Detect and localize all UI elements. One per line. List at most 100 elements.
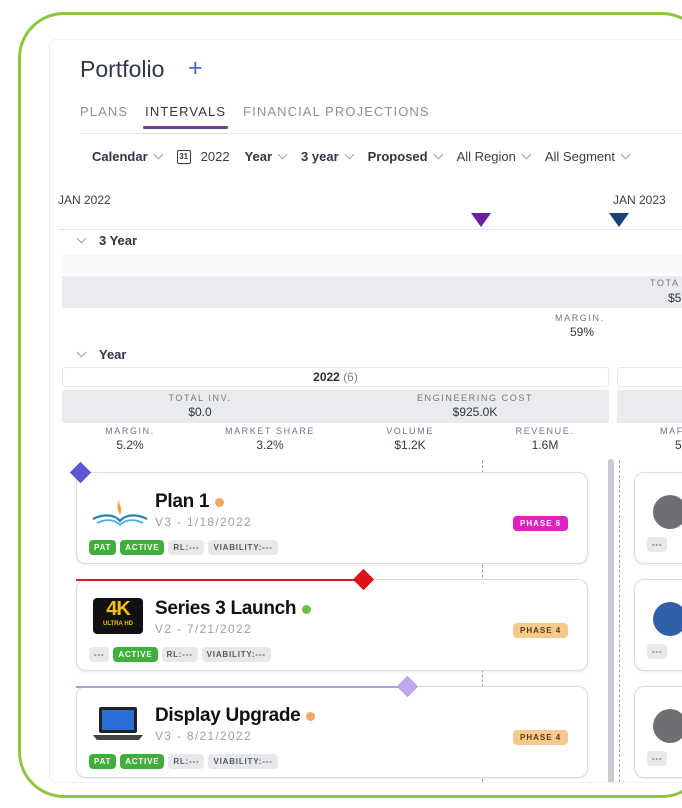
plan-name: Series 3 Launch [155, 598, 297, 619]
period-dropdown[interactable]: Year [244, 149, 288, 164]
phase-badge: PHASE 6 [513, 516, 569, 531]
plan-version: V2 - 7/21/2022 [155, 622, 252, 636]
tab-intervals[interactable]: INTERVALS [143, 104, 229, 129]
active-chip: ACTIVE [120, 754, 165, 769]
next-col-margin-label: MAF [660, 426, 682, 436]
calendar-icon: 31 [176, 149, 191, 164]
tools-icon [653, 602, 682, 636]
navy-marker[interactable] [609, 213, 629, 227]
portfolio-screen: Portfolio + PLANS INTERVALS FINANCIAL PR… [50, 40, 682, 782]
pat-chip: PAT [89, 540, 117, 555]
calendar-dropdown-label: Calendar [92, 149, 148, 164]
pat-chip: --- [89, 647, 110, 662]
span-dropdown-label: 3 year [301, 149, 339, 164]
status-dot [302, 605, 312, 615]
tab-financial-projections[interactable]: FINANCIAL PROJECTIONS [243, 104, 430, 119]
phase-badge: PHASE 4 [513, 730, 569, 745]
three-year-total-value: $5 [668, 291, 682, 305]
engineering-cost-label: ENGINEERING COST [416, 393, 534, 403]
chip-row: --- ACTIVE RL:--- VIABILITY:--- [89, 644, 275, 662]
rl-chip: RL:--- [168, 540, 205, 555]
chevron-down-icon [277, 149, 288, 160]
plan-card[interactable]: 4K ULTRA HD Series 3 Launch V2 - 7/21/20… [76, 579, 588, 671]
revenue-value: 1.6M [531, 438, 559, 452]
year-picker-value: 2022 [200, 149, 230, 164]
total-inv-label: TOTAL INV. [168, 393, 232, 403]
active-chip: ACTIVE [113, 647, 158, 662]
chip-row: PAT ACTIVE RL:--- VIABILITY:--- [89, 537, 282, 555]
timeline-start-label: JAN 2022 [58, 193, 111, 207]
chevron-down-icon [344, 149, 355, 160]
volume-value: $1.2K [394, 438, 426, 452]
phase-badge: PHASE 4 [513, 623, 569, 638]
volume-label: VOLUME [386, 426, 434, 436]
status-dot [215, 498, 225, 508]
chevron-down-icon [433, 149, 444, 160]
pat-chip: PAT [89, 754, 117, 769]
chip-processor-icon [653, 495, 682, 529]
status-dropdown[interactable]: Proposed [367, 149, 444, 164]
timeline-divider [58, 229, 682, 230]
region-dropdown-label: All Region [456, 149, 516, 164]
page-title: Portfolio [80, 56, 165, 82]
year-picker[interactable]: 31 2022 [176, 149, 230, 164]
plan-card-partial[interactable]: --- [634, 686, 682, 778]
revenue-label: REVENUE. [515, 426, 575, 436]
chip-processor-icon [653, 709, 682, 743]
three-year-total-label: TOTA [650, 278, 680, 288]
calendar-dropdown[interactable]: Calendar [92, 149, 164, 164]
active-chip: ACTIVE [120, 540, 165, 555]
chevron-down-icon [521, 149, 532, 160]
status-dropdown-label: Proposed [367, 149, 428, 164]
year-section-toggle[interactable]: Year [76, 347, 127, 362]
chevron-down-icon [76, 347, 87, 358]
plan-version: V3 - 1/18/2022 [155, 515, 252, 529]
plan-card-partial[interactable]: --- [634, 579, 682, 671]
progress-line [76, 579, 364, 581]
filter-bar: Calendar 31 2022 Year 3 year Proposed Al… [92, 149, 644, 164]
three-year-margin-value: 59% [570, 325, 595, 339]
year-2022-title: 2022 [313, 370, 340, 384]
rl-chip: RL:--- [168, 754, 205, 769]
margin-label: MARGIN. [105, 426, 155, 436]
next-col-margin-value: 5 [675, 438, 682, 452]
year-2023-totals-band [617, 390, 682, 423]
year-section-label: Year [99, 347, 127, 362]
viability-chip: VIABILITY:--- [208, 540, 278, 555]
chevron-down-icon [620, 149, 631, 160]
market-share-label: MARKET SHARE [224, 426, 316, 436]
chevron-down-icon [76, 233, 87, 244]
three-year-label: 3 Year [99, 233, 138, 248]
timeline-next-label: JAN 2023 [613, 193, 666, 207]
viability-chip: VIABILITY:--- [201, 647, 271, 662]
tab-bar: PLANS INTERVALS FINANCIAL PROJECTIONS [80, 104, 430, 129]
plan-name: Plan 1 [155, 491, 210, 512]
year-2023-header[interactable] [617, 367, 682, 387]
margin-value: 5.2% [116, 438, 144, 452]
region-dropdown[interactable]: All Region [456, 149, 532, 164]
plan-card[interactable]: Display Upgrade V3 - 8/21/2022 PAT ACTIVE… [76, 686, 588, 778]
year-2022-count: (6) [343, 370, 358, 384]
4k-ultra-hd-icon: 4K ULTRA HD [93, 598, 143, 634]
rl-chip: RL:--- [161, 647, 198, 662]
viability-chip: VIABILITY:--- [208, 754, 278, 769]
plan-card-partial[interactable]: --- [634, 472, 682, 564]
three-year-totals-band [62, 276, 682, 308]
segment-dropdown-label: All Segment [544, 149, 615, 164]
tab-plans[interactable]: PLANS [80, 104, 128, 119]
period-dropdown-label: Year [244, 149, 273, 164]
three-year-row [62, 255, 682, 273]
plan-version: V3 - 8/21/2022 [155, 729, 252, 743]
three-year-section-toggle[interactable]: 3 Year [76, 233, 138, 248]
span-dropdown[interactable]: 3 year [301, 149, 355, 164]
vertical-scrollbar[interactable] [608, 459, 614, 782]
chevron-down-icon [153, 149, 164, 160]
tab-divider [80, 133, 682, 134]
progress-line [76, 686, 408, 688]
year-2022-header[interactable]: 2022 (6) [62, 367, 609, 387]
purple-marker[interactable] [471, 213, 491, 227]
plan-card[interactable]: Plan 1 V3 - 1/18/2022 PAT ACTIVE RL:--- VIA… [76, 472, 588, 564]
status-dot [306, 712, 316, 722]
segment-dropdown[interactable]: All Segment [544, 149, 631, 164]
plus-icon[interactable]: + [188, 54, 203, 83]
